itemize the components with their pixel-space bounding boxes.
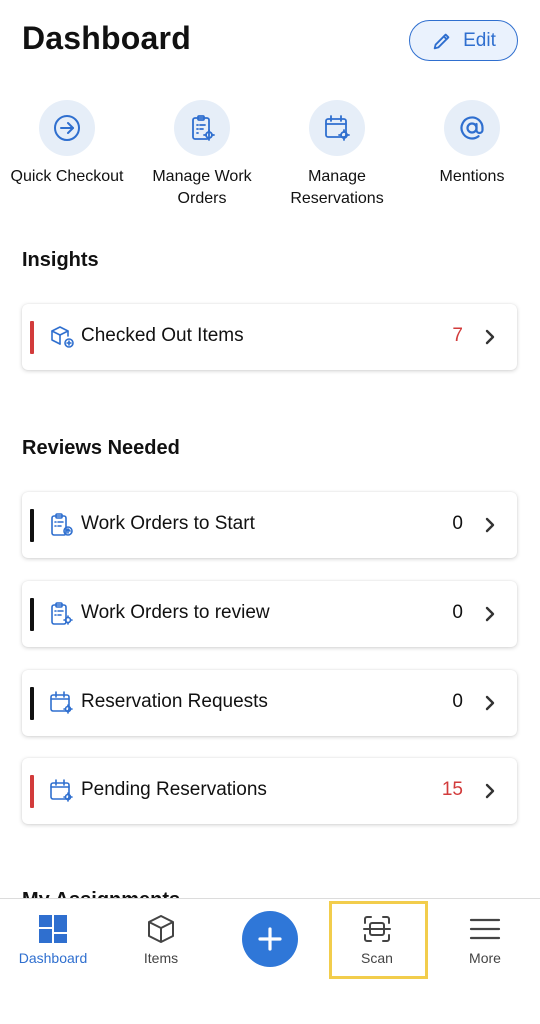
quick-action-quick-checkout[interactable]: Quick Checkout [0,100,134,188]
manage-reservations-icon-wrap [309,100,365,156]
box-checkout-icon [51,326,74,348]
nav-label: Items [143,950,179,966]
quick-action-manage-work-orders[interactable]: Manage Work Orders [135,100,269,210]
page-title: Dashboard [22,20,191,56]
nav-items[interactable]: Items [111,899,211,966]
card-count: 0 [452,513,463,534]
clipboard-gear-icon [51,602,73,625]
card-label: Work Orders to Start [81,513,255,534]
scan-highlight [329,901,428,979]
nav-label: Dashboard [18,950,88,966]
nav-label: More [469,950,501,966]
nav-more[interactable]: More [435,899,535,966]
card-label: Reservation Requests [81,691,268,712]
manage-work-orders-icon-wrap [174,100,230,156]
header: Dashboard Edit [0,0,540,82]
status-bar [30,775,34,808]
arrow-circle-right-icon [54,115,80,141]
quick-action-label: Manage Reservations [290,168,384,207]
chevron-right-icon [485,783,495,799]
status-bar [30,598,34,631]
card-work-orders-to-review[interactable]: Work Orders to review 0 [22,581,517,647]
calendar-gear-icon [325,115,350,141]
quick-action-manage-reservations[interactable]: Manage Reservations [270,100,404,210]
chevron-right-icon [485,695,495,711]
quick-action-label: Mentions [439,168,505,185]
quick-actions: Quick Checkout Manage Work Orders Manage… [0,100,540,215]
mentions-icon-wrap [444,100,500,156]
quick-action-label: Manage Work Orders [152,168,252,207]
chevron-right-icon [485,606,495,622]
dashboard-grid-icon [39,915,67,943]
card-reservation-requests[interactable]: Reservation Requests 0 [22,670,517,736]
plus-icon [258,927,282,951]
cube-icon [148,915,174,943]
card-pending-reservations[interactable]: Pending Reservations 15 [22,758,517,824]
quick-action-mentions[interactable]: Mentions [405,100,539,188]
clipboard-gear-icon [192,115,215,141]
chevron-right-icon [485,329,495,345]
calendar-gear-icon [50,691,73,714]
status-bar [30,687,34,720]
calendar-gear-icon [50,779,73,802]
status-bar [30,321,34,354]
card-label: Pending Reservations [81,779,267,800]
edit-button[interactable]: Edit [409,20,518,61]
add-button[interactable] [242,911,298,967]
bottom-nav: Dashboard Items Scan More [0,898,540,1024]
card-count: 15 [441,779,463,800]
edit-button-label: Edit [463,29,496,51]
card-label: Work Orders to review [81,602,270,623]
card-count: 0 [452,602,463,623]
insights-title: Insights [22,249,99,271]
clipboard-start-icon [51,513,73,536]
chevron-right-icon [485,517,495,533]
card-checked-out-items[interactable]: Checked Out Items 7 [22,304,517,370]
reviews-needed-title: Reviews Needed [22,437,180,459]
card-work-orders-to-start[interactable]: Work Orders to Start 0 [22,492,517,558]
quick-checkout-icon-wrap [39,100,95,156]
status-bar [30,509,34,542]
card-count: 0 [452,691,463,712]
menu-icon [469,918,501,940]
at-sign-icon [460,116,484,140]
nav-dashboard[interactable]: Dashboard [3,899,103,966]
pencil-icon [433,33,450,49]
quick-action-label: Quick Checkout [10,168,124,185]
card-count: 7 [452,325,463,346]
card-label: Checked Out Items [81,325,244,346]
